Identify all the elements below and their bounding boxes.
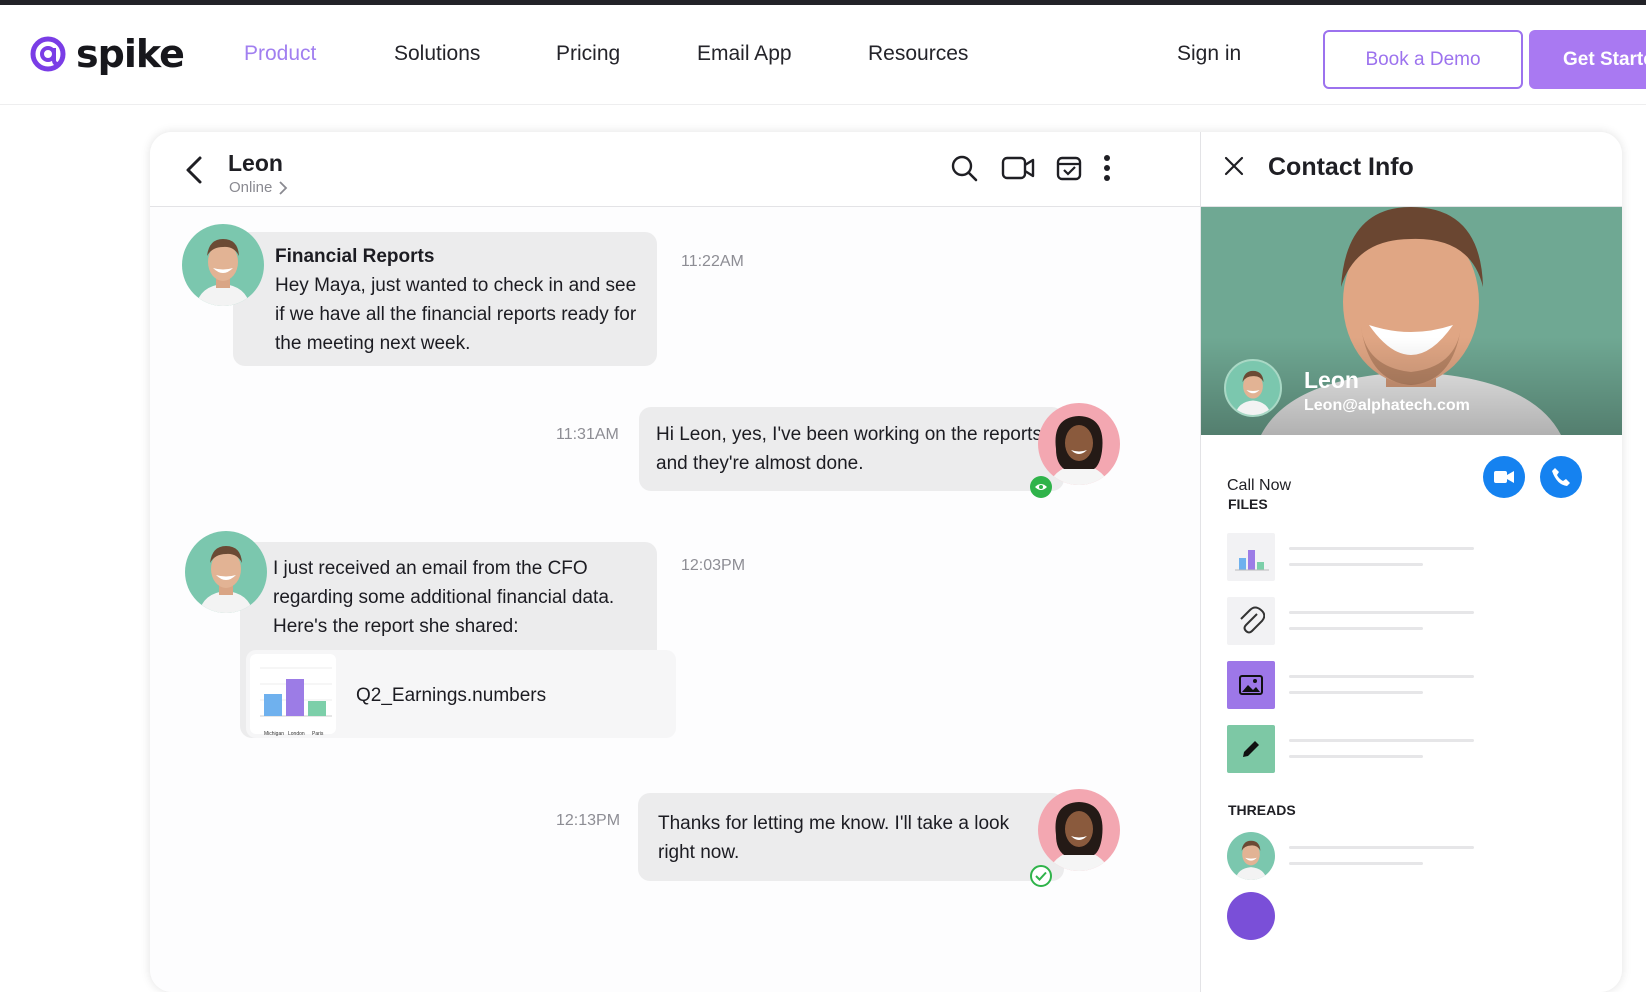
file-item[interactable] bbox=[1227, 597, 1617, 645]
spike-at-logo-icon bbox=[30, 36, 66, 72]
chat-panel: Leon Online Financial Reports Hey Maya, … bbox=[150, 132, 1200, 992]
sign-in-link[interactable]: Sign in bbox=[1177, 42, 1241, 66]
video-icon bbox=[1494, 471, 1514, 483]
placeholder-line bbox=[1289, 611, 1474, 614]
image-icon bbox=[1227, 661, 1275, 709]
placeholder-line bbox=[1289, 862, 1423, 865]
contact-name: Leon bbox=[1304, 367, 1359, 393]
site-navbar: spike Product Solutions Pricing Email Ap… bbox=[0, 5, 1646, 105]
nav-product[interactable]: Product bbox=[244, 42, 316, 66]
message-title: Financial Reports bbox=[275, 246, 435, 267]
nav-solutions[interactable]: Solutions bbox=[394, 42, 480, 66]
man-portrait-icon bbox=[196, 239, 250, 306]
avatar-maya bbox=[1038, 789, 1120, 871]
message-text: Hey Maya, just wanted to check in and se… bbox=[275, 275, 637, 354]
file-item[interactable] bbox=[1227, 533, 1617, 581]
file-item[interactable] bbox=[1227, 725, 1617, 773]
message-bubble-incoming: Financial Reports Hey Maya, just wanted … bbox=[233, 232, 657, 366]
contact-hero-photo: Leon Leon@alphatech.com bbox=[1201, 207, 1622, 435]
video-icon[interactable] bbox=[1001, 154, 1035, 182]
back-arrow-icon[interactable] bbox=[182, 154, 206, 186]
status-text: Online bbox=[229, 179, 273, 196]
threads-section-label: THREADS bbox=[1228, 802, 1296, 818]
video-call-button[interactable] bbox=[1483, 456, 1525, 498]
contact-avatar bbox=[1224, 359, 1282, 417]
message-bubble-outgoing: Thanks for letting me know. I'll take a … bbox=[638, 793, 1064, 881]
phone-icon bbox=[1552, 468, 1570, 486]
thumb-label: Michigan bbox=[264, 731, 285, 737]
contact-info-panel: Contact Info Leon Leon@alphatech.com Cal… bbox=[1201, 132, 1622, 992]
message-text: Thanks for letting me know. I'll take a … bbox=[658, 813, 1010, 863]
file-attachment[interactable]: Michigan London Paris Q2_Earnings.number… bbox=[246, 650, 676, 738]
voice-call-button[interactable] bbox=[1540, 456, 1582, 498]
placeholder-line bbox=[1289, 739, 1474, 742]
placeholder-line bbox=[1289, 627, 1423, 630]
call-now-label: Call Now bbox=[1227, 477, 1292, 494]
file-item[interactable] bbox=[1227, 661, 1617, 709]
man-portrait-icon bbox=[199, 546, 253, 613]
paperclip-icon bbox=[1227, 597, 1275, 645]
placeholder-line bbox=[1289, 675, 1474, 678]
thread-avatar bbox=[1227, 892, 1275, 940]
placeholder-line bbox=[1289, 846, 1474, 849]
contact-email[interactable]: Leon@alphatech.com bbox=[1304, 397, 1470, 415]
placeholder-line bbox=[1289, 755, 1423, 758]
avatar-leon bbox=[185, 531, 267, 613]
delivered-check-icon bbox=[1030, 865, 1052, 887]
close-icon[interactable] bbox=[1223, 155, 1245, 177]
nav-email-app[interactable]: Email App bbox=[697, 42, 792, 66]
man-portrait-icon bbox=[1235, 840, 1267, 880]
message-time: 11:31AM bbox=[556, 426, 619, 443]
message-text: I just received an email from the CFO re… bbox=[273, 558, 615, 637]
avatar-maya bbox=[1038, 403, 1120, 485]
contact-info-title: Contact Info bbox=[1268, 153, 1414, 181]
message-text: Hi Leon, yes, I've been working on the r… bbox=[656, 424, 1042, 474]
nav-pricing[interactable]: Pricing bbox=[556, 42, 620, 66]
chat-header: Leon Online bbox=[150, 132, 1200, 207]
message-time: 12:03PM bbox=[681, 557, 746, 574]
attachment-filename: Q2_Earnings.numbers bbox=[356, 685, 547, 706]
woman-portrait-icon bbox=[1048, 416, 1110, 485]
search-icon[interactable] bbox=[950, 154, 978, 182]
chat-contact-name[interactable]: Leon bbox=[228, 150, 283, 177]
book-demo-button[interactable]: Book a Demo bbox=[1323, 30, 1523, 89]
message-bubble-incoming: I just received an email from the CFO re… bbox=[240, 542, 676, 738]
nav-resources[interactable]: Resources bbox=[868, 42, 968, 66]
contact-info-header: Contact Info bbox=[1201, 132, 1622, 207]
seen-eye-icon bbox=[1030, 476, 1052, 498]
message-time: 12:13PM bbox=[556, 812, 621, 829]
chart-thumbnail: Michigan London Paris bbox=[250, 654, 336, 737]
files-section-label: FILES bbox=[1228, 496, 1268, 512]
spike-logo[interactable]: spike bbox=[28, 32, 185, 76]
message-time: 11:22AM bbox=[681, 253, 744, 270]
thread-avatar bbox=[1227, 832, 1275, 880]
pencil-icon bbox=[1227, 725, 1275, 773]
woman-portrait-icon bbox=[1048, 802, 1110, 871]
chat-contact-status[interactable]: Online bbox=[229, 179, 288, 196]
calendar-check-icon[interactable] bbox=[1055, 154, 1083, 182]
thumb-label: London bbox=[288, 731, 305, 737]
thread-item[interactable] bbox=[1227, 892, 1617, 940]
message-bubble-outgoing: Hi Leon, yes, I've been working on the r… bbox=[639, 407, 1064, 491]
brand-name: spike bbox=[76, 32, 185, 76]
thumb-label: Paris bbox=[312, 731, 324, 737]
chevron-right-icon bbox=[279, 180, 288, 195]
placeholder-line bbox=[1289, 691, 1423, 694]
get-started-button[interactable]: Get Started bbox=[1529, 30, 1646, 89]
chart-file-icon bbox=[1227, 533, 1275, 581]
avatar-leon bbox=[182, 224, 264, 306]
app-preview-card: Leon Online Financial Reports Hey Maya, … bbox=[150, 132, 1622, 992]
thread-item[interactable] bbox=[1227, 832, 1617, 880]
man-portrait-icon bbox=[1235, 370, 1271, 415]
placeholder-line bbox=[1289, 547, 1474, 550]
more-vertical-icon[interactable] bbox=[1102, 154, 1112, 182]
placeholder-line bbox=[1289, 563, 1423, 566]
